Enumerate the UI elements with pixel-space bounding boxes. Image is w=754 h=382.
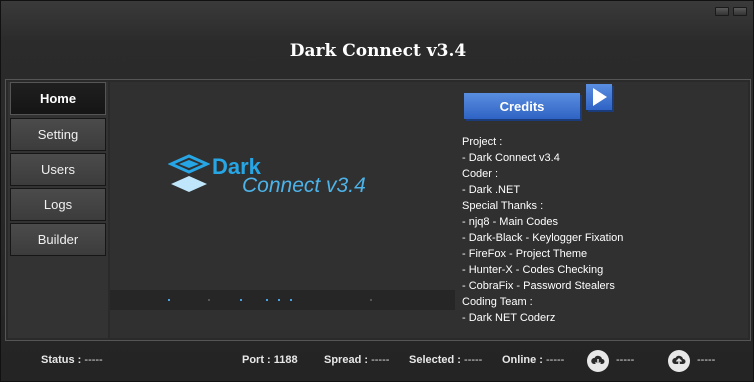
play-arrow-icon — [593, 88, 607, 106]
minimize-button[interactable] — [715, 7, 729, 16]
main-panel: Home Setting Users Logs Builder Dark Con… — [5, 79, 751, 341]
credits-line: Coder : — [462, 168, 499, 180]
app-logo: Dark Connect v3.4 — [167, 154, 366, 203]
credits-line: - CobraFix - Password Stealers — [462, 280, 615, 292]
credits-line: - njq8 - Main Codes — [462, 216, 558, 228]
nav-builder-button[interactable]: Builder — [10, 223, 106, 256]
cloud-download-icon — [587, 350, 609, 372]
strip-dot — [266, 299, 268, 301]
download-value: ----- — [616, 354, 635, 366]
strip-dot — [240, 299, 242, 301]
strip-dot — [168, 299, 170, 301]
credits-button[interactable]: Credits — [464, 93, 580, 119]
upload-value: ----- — [697, 354, 716, 366]
credits-line: - Dark-Black - Keylogger Fixation — [462, 232, 624, 244]
online-value: ----- — [546, 354, 565, 366]
home-content: Dark Connect v3.4 Credits Project : - Da… — [110, 82, 748, 338]
port-field: Port : 1188 — [242, 354, 298, 366]
download-field: ----- — [616, 354, 634, 366]
strip-dot — [290, 299, 292, 301]
status-value: ----- — [84, 354, 103, 366]
credits-line: - Hunter-X - Codes Checking — [462, 264, 604, 276]
app-window: Dark Connect v3.4 Home Setting Users Log… — [0, 0, 754, 382]
nav-users-button[interactable]: Users — [10, 153, 106, 186]
selected-value: ----- — [464, 354, 483, 366]
credits-line: - Dark Connect v3.4 — [462, 152, 560, 164]
diamond-logo-icon — [167, 154, 211, 192]
strip-dot — [370, 299, 372, 301]
online-field: Online : ----- — [502, 354, 564, 366]
credits-line: Coding Team : — [462, 296, 533, 308]
credits-line: Project : — [462, 136, 503, 148]
status-label: Status : — [41, 354, 82, 366]
spread-label: Spread : — [324, 354, 369, 366]
cloud-upload-icon — [668, 350, 690, 372]
selected-field: Selected : ----- — [409, 354, 482, 366]
strip-dot — [278, 299, 280, 301]
credits-line: - Dark NET Coderz — [462, 312, 556, 324]
credits-line: - FireFox - Project Theme — [462, 248, 588, 260]
credits-arrow-button[interactable] — [586, 84, 612, 110]
strip-dot — [208, 299, 210, 301]
credits-line: Special Thanks : — [462, 200, 544, 212]
port-label: Port : — [242, 354, 271, 366]
nav-logs-button[interactable]: Logs — [10, 188, 106, 221]
status-bar: Status : ----- Port : 1188 Spread : ----… — [1, 345, 754, 381]
upload-field: ----- — [697, 354, 715, 366]
sidebar: Home Setting Users Logs Builder — [8, 82, 108, 338]
window-controls — [715, 7, 747, 16]
selected-label: Selected : — [409, 354, 461, 366]
logo-text-connect: Connect v3.4 — [242, 174, 366, 197]
loading-strip — [110, 290, 455, 310]
close-button[interactable] — [733, 7, 747, 16]
credits-text: Project : - Dark Connect v3.4 Coder : - … — [462, 134, 623, 326]
spread-field: Spread : ----- — [324, 354, 389, 366]
port-value: 1188 — [273, 354, 298, 366]
nav-setting-button[interactable]: Setting — [10, 118, 106, 151]
credits-line: - Dark .NET — [462, 184, 521, 196]
nav-home-button[interactable]: Home — [10, 82, 106, 115]
status-field: Status : ----- — [41, 354, 103, 366]
window-title: Dark Connect v3.4 — [289, 41, 467, 61]
spread-value: ----- — [371, 354, 390, 366]
online-label: Online : — [502, 354, 543, 366]
